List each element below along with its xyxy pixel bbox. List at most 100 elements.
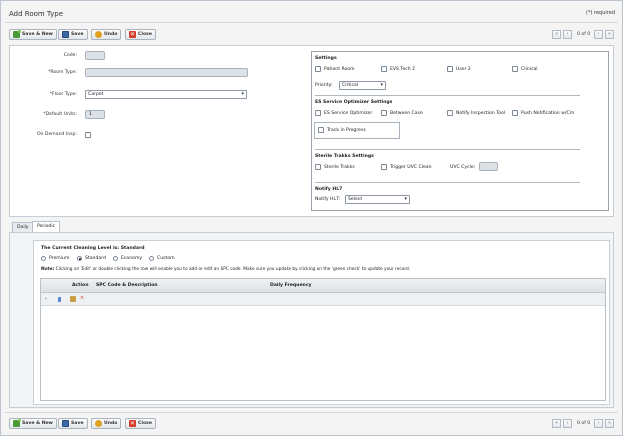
patient-room-label: Patient Room — [324, 67, 355, 72]
priority-label: Priority: — [315, 83, 333, 88]
undo-button[interactable]: Undo — [91, 29, 122, 40]
floppy-disk-icon — [62, 420, 69, 427]
standard-label: Standard — [85, 256, 106, 261]
track-in-progress-label: Track in Progress — [327, 128, 366, 133]
save-and-new-label: Save & New — [22, 421, 53, 426]
bottom-divider — [5, 412, 618, 413]
close-button-bottom[interactable]: ✕ Close — [125, 418, 156, 429]
user-2-label: User 2 — [456, 67, 471, 72]
room-type-label: *Room Type: — [48, 70, 77, 75]
settings-title: Settings — [315, 56, 337, 61]
save-label: Save — [71, 32, 84, 37]
close-icon: ✕ — [129, 31, 136, 38]
notify-hl7-title: Notify HL7 — [315, 187, 343, 192]
es-optimizer-title: ES Service Optimizer Settings — [315, 100, 393, 105]
settings-separator-3 — [315, 182, 580, 183]
patient-room-checkbox[interactable] — [315, 66, 321, 72]
settings-separator-2 — [315, 149, 580, 150]
standard-radio[interactable] — [77, 256, 82, 261]
default-units-label: *Default Units: — [43, 112, 77, 117]
next-page-button-bottom[interactable]: › — [594, 419, 603, 428]
trigger-uvc-clean-label: Trigger UVC Clean — [390, 165, 432, 170]
undo-label: Undo — [104, 421, 118, 426]
grid-col-spc-code: SPC Code & Description — [96, 283, 158, 288]
save-and-new-button[interactable]: Save & New — [9, 29, 57, 40]
tab-periodic[interactable]: Periodic — [32, 221, 61, 232]
priority-select[interactable]: Critical — [339, 81, 386, 90]
on-demand-insp-label: On Demand Insp: — [36, 132, 77, 137]
undo-button-bottom[interactable]: Undo — [91, 418, 122, 429]
uvc-cycle-field[interactable] — [479, 162, 498, 171]
required-note: (*) required — [586, 10, 615, 16]
pager-text-bottom: 0 of 0 — [577, 421, 591, 426]
on-demand-insp-checkbox[interactable] — [85, 132, 91, 138]
es-service-optimizer-label: ES Service Optimizer — [324, 111, 373, 116]
push-notification-label: Push Notification w/Cm — [521, 111, 575, 116]
first-page-button-bottom[interactable]: « — [552, 419, 561, 428]
notify-inspection-tool-label: Notify Inspection Tool — [456, 111, 506, 116]
close-button[interactable]: ✕ Close — [125, 29, 156, 40]
notify-hl7-select[interactable]: Select — [345, 195, 410, 204]
title-divider — [5, 22, 618, 23]
uvc-cycle-label: UVC Cycle: — [450, 165, 476, 170]
note-text: Clicking on 'Edit' or double clicking th… — [55, 267, 411, 272]
custom-radio[interactable] — [149, 256, 154, 261]
last-page-button[interactable]: » — [605, 30, 614, 39]
cancel-icon[interactable]: × — [80, 295, 84, 301]
notify-hl7-label: Notify HL7: — [315, 197, 341, 202]
code-label: Code: — [63, 53, 77, 58]
note-prefix: Note: — [41, 267, 55, 272]
undo-icon — [95, 420, 102, 427]
premium-radio[interactable] — [41, 256, 46, 261]
close-icon: ✕ — [129, 420, 136, 427]
code-field[interactable] — [85, 51, 105, 60]
between-case-label: Between Case — [390, 111, 423, 116]
floor-type-label: *Floor Type: — [49, 92, 77, 97]
undo-icon — [95, 31, 102, 38]
save-label: Save — [71, 421, 84, 426]
window-title: Add Room Type — [9, 10, 64, 18]
pager-text: 0 of 0 — [577, 32, 591, 37]
economy-label: Economy — [121, 256, 143, 261]
push-notification-checkbox[interactable] — [512, 110, 518, 116]
save-and-new-label: Save & New — [22, 32, 53, 37]
close-label: Close — [138, 421, 152, 426]
track-in-progress-checkbox[interactable] — [318, 127, 324, 133]
edit-icon[interactable] — [70, 296, 76, 302]
sterile-trakks-title: Sterile Trakks Settings — [315, 154, 374, 159]
prev-page-button-bottom[interactable]: ‹ — [563, 419, 572, 428]
sterile-trakks-checkbox[interactable] — [315, 164, 321, 170]
last-page-button-bottom[interactable]: » — [605, 419, 614, 428]
evs-tech-2-checkbox[interactable] — [381, 66, 387, 72]
sterile-trakks-label: Sterile Trakks — [324, 165, 355, 170]
grid-col-action: Action — [72, 283, 89, 288]
expand-arrow-icon[interactable]: › — [45, 296, 47, 302]
evs-tech-2-label: EVS Tech 2 — [390, 67, 416, 72]
save-and-new-button-bottom[interactable]: Save & New — [9, 418, 57, 429]
delete-icon[interactable] — [58, 297, 61, 302]
close-label: Close — [138, 32, 152, 37]
custom-label: Custom — [157, 256, 175, 261]
first-page-button[interactable]: « — [552, 30, 561, 39]
economy-radio[interactable] — [113, 256, 118, 261]
clinical-checkbox[interactable] — [512, 66, 518, 72]
tab-daily[interactable]: Daily — [12, 222, 34, 232]
undo-label: Undo — [104, 32, 118, 37]
save-new-icon — [13, 30, 21, 38]
user-2-checkbox[interactable] — [447, 66, 453, 72]
settings-separator-1 — [315, 95, 580, 96]
room-type-field[interactable] — [85, 68, 248, 77]
es-service-optimizer-checkbox[interactable] — [315, 110, 321, 116]
save-new-icon — [13, 419, 21, 427]
clinical-label: Clinical — [521, 67, 538, 72]
grid-col-daily-frequency: Daily Frequency — [270, 283, 312, 288]
trigger-uvc-clean-checkbox[interactable] — [381, 164, 387, 170]
notify-inspection-tool-checkbox[interactable] — [447, 110, 453, 116]
save-button[interactable]: Save — [58, 29, 88, 40]
prev-page-button[interactable]: ‹ — [563, 30, 572, 39]
between-case-checkbox[interactable] — [381, 110, 387, 116]
save-button-bottom[interactable]: Save — [58, 418, 88, 429]
default-units-field[interactable]: 1 — [85, 110, 105, 119]
next-page-button[interactable]: › — [594, 30, 603, 39]
floor-type-select[interactable]: Carpet — [85, 90, 247, 99]
